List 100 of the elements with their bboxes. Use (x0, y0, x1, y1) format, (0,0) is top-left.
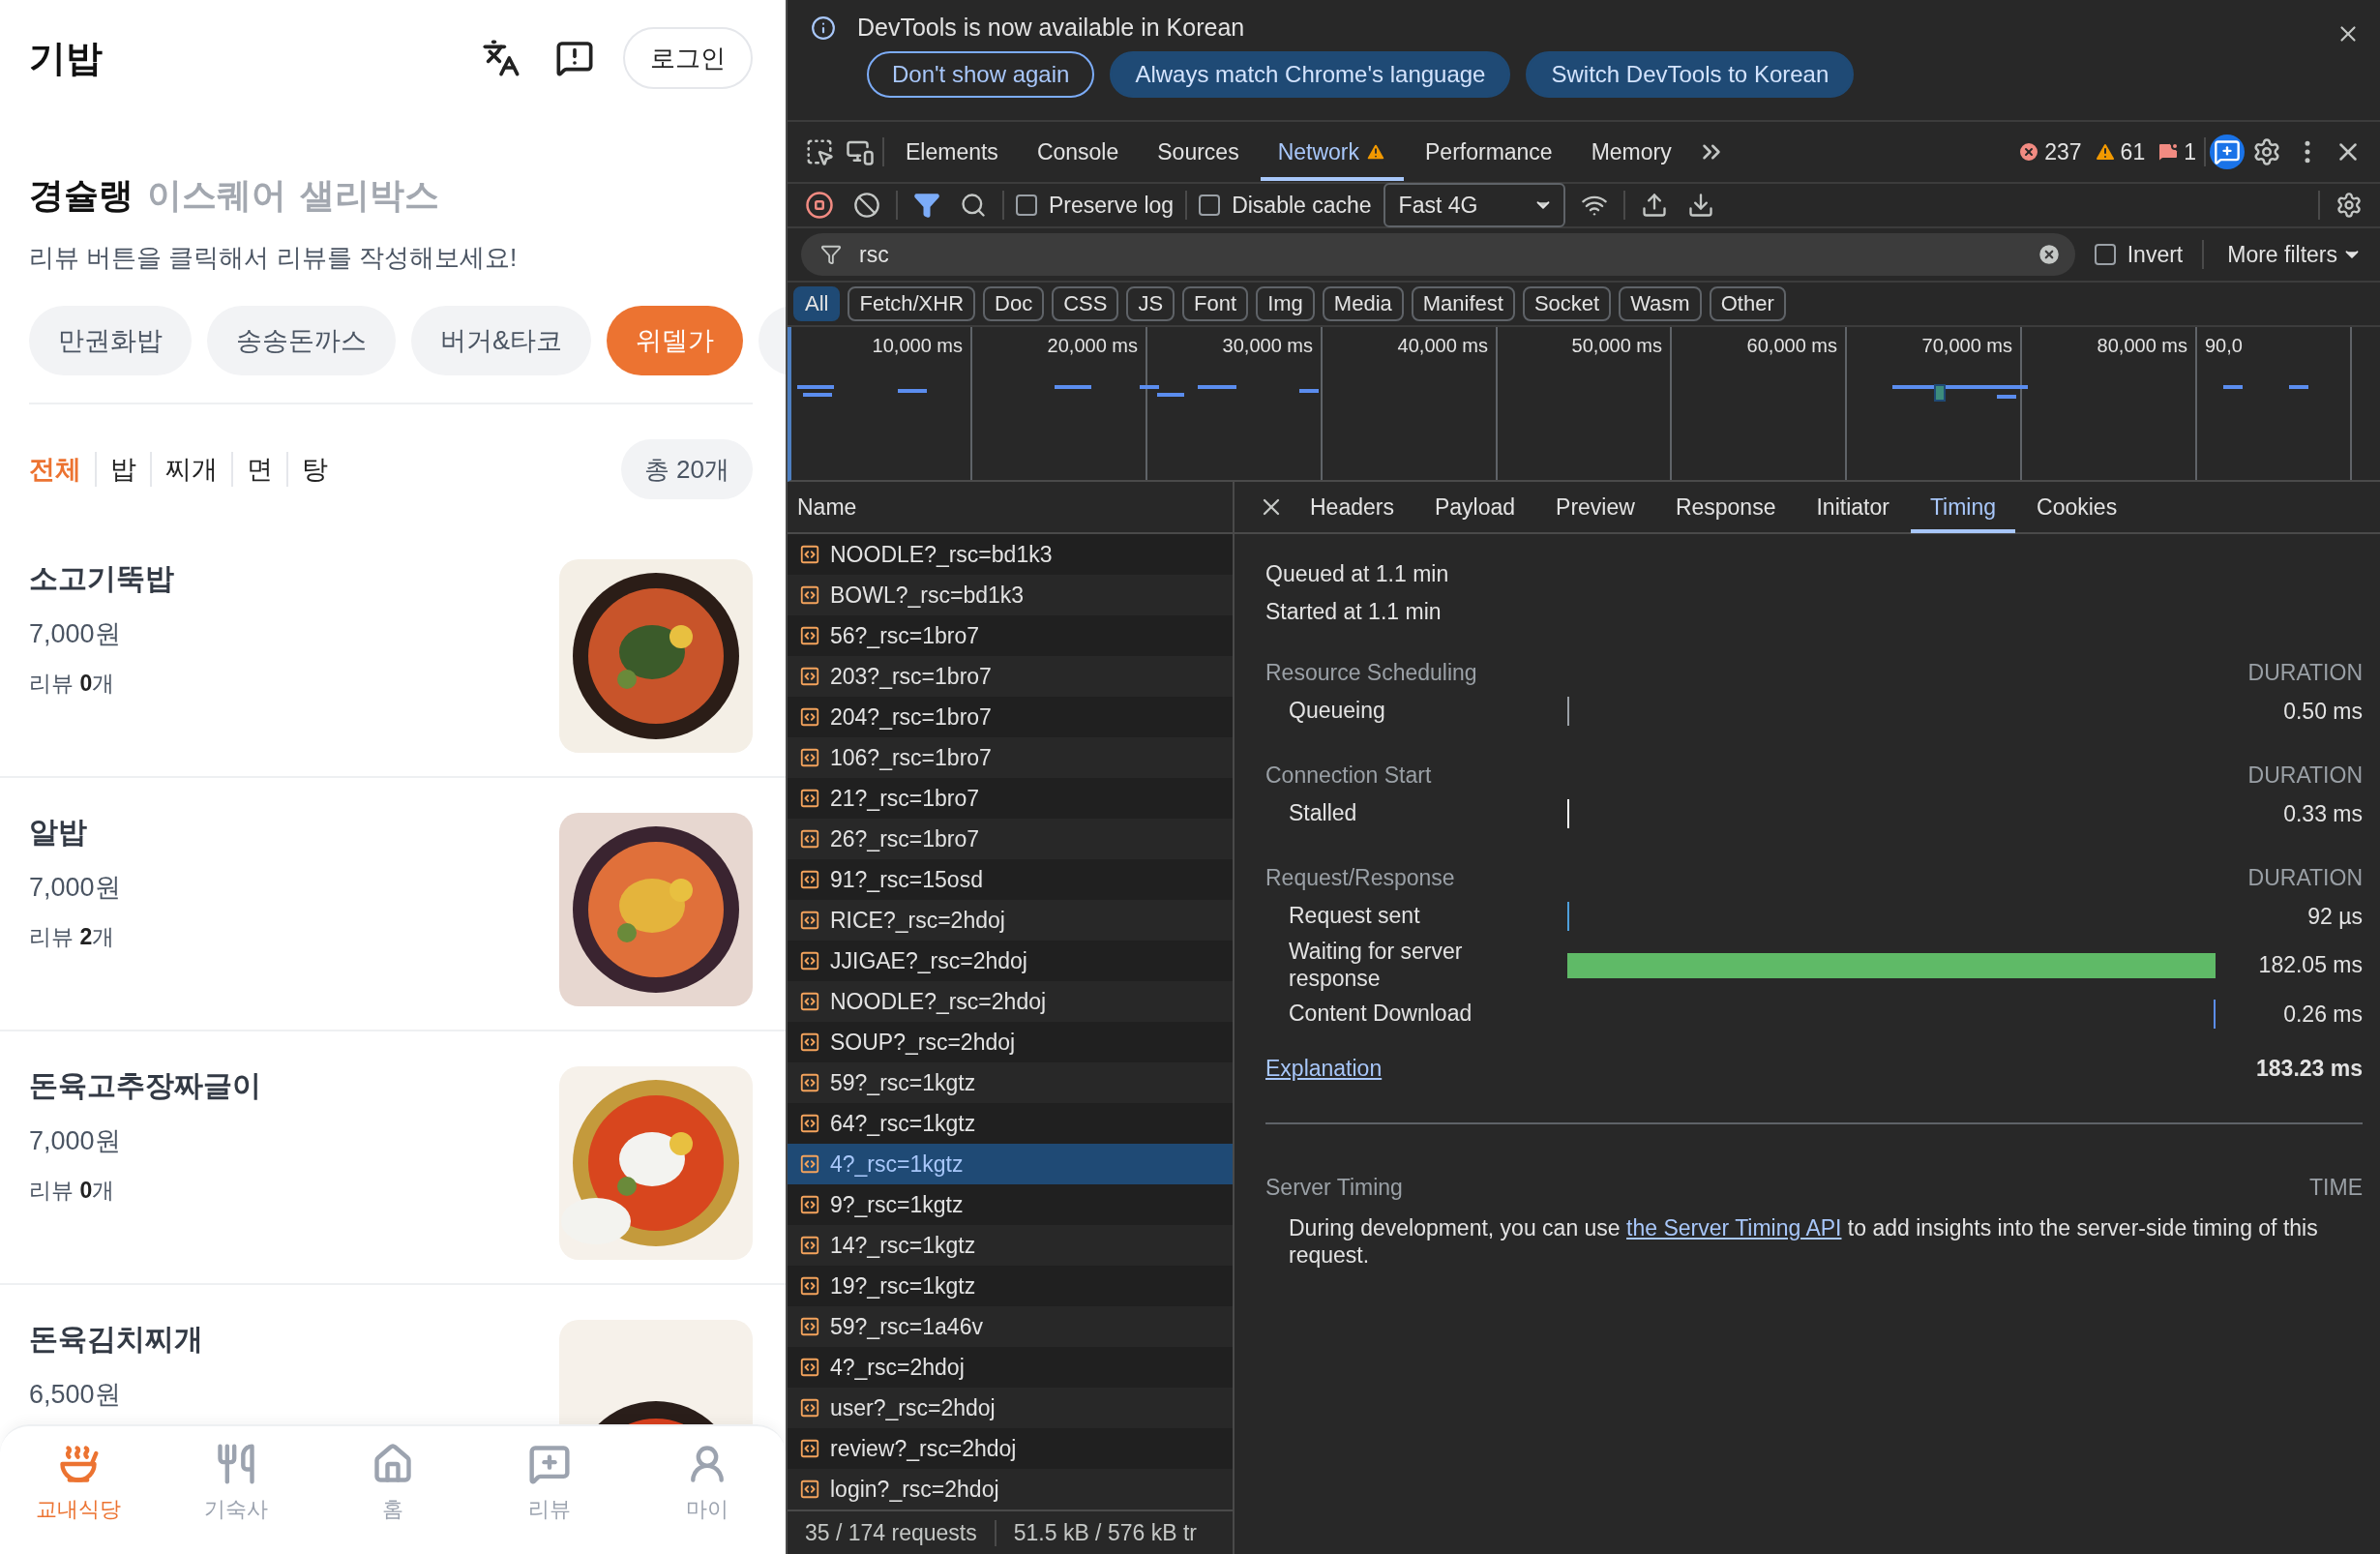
review-count: 리뷰 2개 (29, 923, 116, 951)
message-plus-icon (528, 1443, 572, 1485)
more-filters-button[interactable]: More filters (2223, 237, 2366, 272)
code-file-icon (799, 1316, 820, 1337)
filter-field[interactable]: rsc (801, 233, 2075, 276)
detail-tab[interactable]: Headers (1291, 481, 1413, 533)
request-row[interactable]: 21?_rsc=1bro7 (788, 778, 1233, 819)
code-file-icon (799, 1397, 820, 1419)
request-row[interactable]: 4?_rsc=2hdoj (788, 1347, 1233, 1388)
type-filter[interactable]: JS (1126, 286, 1175, 321)
type-filter[interactable]: Fetch/XHR (848, 286, 976, 321)
code-file-icon (799, 1357, 820, 1378)
preserve-log-checkbox[interactable]: Preserve log (1016, 192, 1175, 219)
request-row[interactable]: 56?_rsc=1bro7 (788, 615, 1233, 656)
warning-count[interactable]: 61 (2089, 134, 2150, 169)
type-filter[interactable]: Wasm (1619, 286, 1702, 321)
devtools-tab[interactable]: Elements (888, 123, 1016, 181)
detail-tab[interactable]: Timing (1910, 481, 2016, 533)
timeline-tick: 20,000 ms (1047, 335, 1138, 358)
type-filter[interactable]: CSS (1052, 286, 1119, 321)
timeline-tick: 50,000 ms (1571, 335, 1662, 358)
type-filter[interactable]: Manifest (1411, 286, 1515, 321)
menu-name: 소고기뚝밥 (29, 561, 174, 596)
code-file-icon (799, 828, 820, 850)
disable-cache-checkbox[interactable]: Disable cache (1199, 192, 1372, 219)
restaurant-chip[interactable]: 만권화밥 (29, 306, 192, 375)
code-file-icon (799, 1113, 820, 1134)
infobar-button[interactable]: Always match Chrome's language (1110, 51, 1511, 98)
type-filter[interactable]: All (793, 286, 841, 321)
type-filter[interactable]: Img (1256, 286, 1315, 321)
section-title: Request/Response (1265, 864, 1455, 891)
subtitle: 리뷰 버튼을 클릭해서 리뷰를 작성해보세요! (29, 242, 519, 274)
menu-price: 7,000원 (29, 1125, 122, 1157)
devtools-tab[interactable]: Performance (1408, 123, 1570, 181)
menu-price: 7,000원 (29, 872, 121, 904)
request-row[interactable]: 19?_rsc=1kgtz (788, 1266, 1233, 1306)
restaurant-chip[interactable]: 송송돈까스 (207, 306, 396, 375)
issue-count[interactable]: 1 (2153, 134, 2200, 169)
throttle-dropdown[interactable]: Fast 4G (1383, 183, 1565, 227)
app-logo: 기밥 (29, 36, 104, 80)
timeline-tick: 40,000 ms (1397, 335, 1488, 358)
infobar-button[interactable]: Don't show again (867, 51, 1095, 98)
devtools-tab[interactable]: Console (1019, 123, 1137, 181)
category-tab[interactable]: 탕 (286, 452, 342, 487)
timing-label: Request sent (1289, 903, 1421, 930)
review-count: 리뷰 0개 (29, 1177, 116, 1205)
detail-tab[interactable]: Response (1655, 481, 1796, 533)
code-file-icon (799, 950, 820, 971)
type-filter[interactable]: Other (1709, 286, 1786, 321)
explanation-link[interactable]: Explanation (1265, 1056, 1383, 1083)
login-button[interactable]: 로그인 (623, 27, 753, 89)
error-count[interactable]: 237 (2013, 134, 2086, 169)
menu-name: 돈육고추장짜글이 (29, 1068, 261, 1103)
infobar-message: DevTools is now available in Korean (857, 14, 1245, 42)
type-filter[interactable]: Socket (1522, 286, 1612, 321)
menu-name: 돈육김치찌개 (29, 1322, 203, 1357)
column-label: DURATION (2247, 762, 2363, 789)
code-file-icon (799, 1031, 820, 1053)
detail-tab[interactable]: Initiator (1797, 481, 1909, 533)
request-row[interactable]: 64?_rsc=1kgtz (788, 1103, 1233, 1144)
column-label: DURATION (2247, 864, 2363, 891)
code-file-icon (799, 869, 820, 890)
request-row[interactable]: 204?_rsc=1bro7 (788, 697, 1233, 737)
section-title: Server Timing (1265, 1174, 1403, 1201)
devtools-tab[interactable]: Sources (1140, 123, 1257, 181)
code-file-icon (799, 625, 820, 646)
category-tab[interactable]: 면 (231, 452, 286, 487)
request-row[interactable]: JJIGAE?_rsc=2hdoj (788, 941, 1233, 981)
detail-tab[interactable]: Cookies (2017, 481, 2137, 533)
request-row[interactable]: NOODLE?_rsc=bd1k3 (788, 534, 1233, 575)
request-row[interactable]: 4?_rsc=1kgtz (788, 1144, 1233, 1184)
code-file-icon (799, 666, 820, 687)
ai-assistant-icon[interactable] (2210, 134, 2245, 169)
code-file-icon (799, 706, 820, 728)
code-file-icon (799, 747, 820, 768)
invert-checkbox[interactable]: Invert (2094, 241, 2184, 268)
status-text: 51.5 kB / 576 kB tr (1012, 1519, 1198, 1546)
code-file-icon (799, 1235, 820, 1256)
detail-tab[interactable]: Preview (1536, 481, 1654, 533)
category-tab[interactable]: 찌개 (150, 452, 231, 487)
timeline-tick: 70,000 ms (1921, 335, 2012, 358)
timing-label: Stalled (1289, 800, 1358, 827)
menu-name: 알밥 (29, 815, 88, 850)
server-timing-link[interactable]: the Server Timing API (1626, 1215, 1842, 1241)
request-row[interactable]: 9?_rsc=1kgtz (788, 1184, 1233, 1225)
column-label: TIME (2309, 1174, 2363, 1201)
category-tab[interactable]: 밥 (95, 452, 150, 487)
type-filter[interactable]: Media (1322, 286, 1404, 321)
devtools-tab[interactable]: Memory (1573, 123, 1689, 181)
request-row[interactable]: SOUP?_rsc=2hdoj (788, 1022, 1233, 1062)
count-badge: 총 20개 (620, 439, 753, 499)
request-row[interactable]: 91?_rsc=15osd (788, 859, 1233, 900)
request-row[interactable]: review?_rsc=2hdoj (788, 1428, 1233, 1469)
infobar-button[interactable]: Switch DevTools to Korean (1526, 51, 1855, 98)
type-filter[interactable]: Doc (983, 286, 1045, 321)
timeline-tick: 90,0 (2205, 335, 2243, 358)
detail-tab[interactable]: Payload (1414, 481, 1535, 533)
restaurant-chip[interactable]: 버거&타코 (411, 306, 591, 375)
type-filter[interactable]: Font (1182, 286, 1249, 321)
devtools-tab[interactable]: Network (1260, 123, 1404, 181)
